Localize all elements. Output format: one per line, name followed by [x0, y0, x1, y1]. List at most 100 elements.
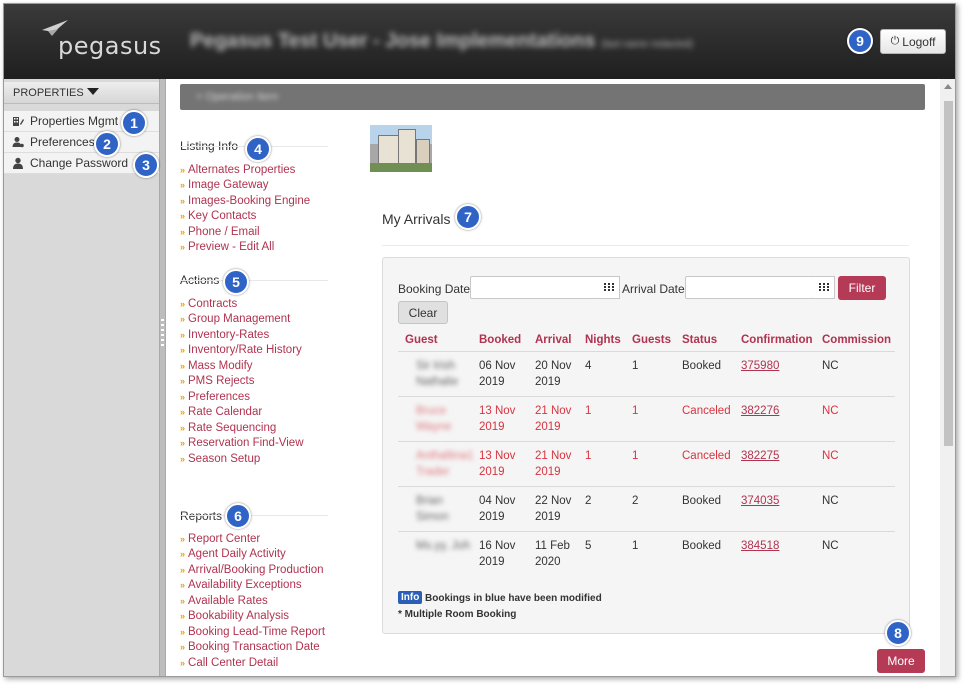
report-link[interactable]: » Bookability Analysis — [180, 609, 325, 625]
confirmation-link[interactable]: 375980 — [741, 359, 779, 375]
double-arrow-icon: » — [180, 453, 186, 464]
booking-date-input[interactable] — [470, 276, 599, 299]
callout-badge-4: 4 — [245, 136, 271, 162]
double-arrow-icon: » — [180, 407, 186, 418]
double-arrow-icon: » — [180, 242, 186, 253]
arrival-date-calendar-button[interactable] — [813, 276, 835, 299]
scroll-up-arrow-icon[interactable] — [944, 84, 952, 89]
confirmation-link[interactable]: 374035 — [741, 494, 779, 510]
listing-link[interactable]: » Image Gateway — [180, 178, 310, 194]
divider — [180, 515, 328, 516]
double-arrow-icon: » — [180, 164, 186, 175]
arrival-date: 21 Nov 2019 — [535, 450, 572, 478]
double-arrow-icon: » — [180, 391, 186, 402]
splitter-grip[interactable] — [161, 319, 164, 349]
status-value: Canceled — [682, 405, 731, 417]
status-value: Booked — [682, 540, 722, 552]
callout-badge-9: 9 — [847, 28, 873, 54]
report-link[interactable]: » Agent Daily Activity — [180, 547, 325, 563]
listing-link[interactable]: » Key Contacts — [180, 209, 310, 225]
properties-menu[interactable]: PROPERTIES — [4, 82, 159, 104]
guests-value: 1 — [632, 405, 639, 417]
building-edit-icon — [13, 117, 24, 126]
modified-note: Bookings in blue have been modified — [425, 593, 602, 604]
double-arrow-icon: » — [180, 611, 186, 622]
action-link[interactable]: » PMS Rejects — [180, 374, 304, 390]
action-link[interactable]: » Contracts — [180, 296, 304, 312]
nights-value: 2 — [585, 495, 592, 507]
action-link[interactable]: » Mass Modify — [180, 358, 304, 374]
scrollbar-thumb[interactable] — [944, 101, 953, 446]
app-window: pegasus Pegasus Test User - Jose Impleme… — [3, 3, 956, 677]
action-link[interactable]: » Preferences — [180, 389, 304, 405]
action-link[interactable]: » Season Setup — [180, 451, 304, 467]
column-header-guest: Guest — [405, 334, 438, 346]
double-arrow-icon: » — [180, 314, 186, 325]
action-link[interactable]: » Rate Calendar — [180, 405, 304, 421]
double-arrow-icon: » — [180, 626, 186, 637]
sidebar-item-label: Preferences — [30, 135, 95, 149]
divider — [180, 280, 328, 281]
nights-value: 4 — [585, 360, 592, 372]
report-link[interactable]: » Booking Transaction Date — [180, 640, 325, 656]
commission-value: NC — [822, 405, 839, 417]
booking-date-calendar-button[interactable] — [598, 276, 620, 299]
column-header-nights: Nights — [585, 334, 621, 346]
report-link[interactable]: » Call Center Detail — [180, 655, 325, 671]
double-arrow-icon: » — [180, 180, 186, 191]
action-link[interactable]: » Group Management — [180, 312, 304, 328]
report-link[interactable]: » Available Rates — [180, 593, 325, 609]
guest-name: Anthaltina1 Trader — [416, 450, 474, 478]
action-link[interactable]: » Inventory/Rate History — [180, 343, 304, 359]
booked-date: 13 Nov 2019 — [479, 405, 516, 433]
guests-value: 1 — [632, 360, 639, 372]
confirmation-link[interactable]: 384518 — [741, 539, 779, 555]
confirmation-link[interactable]: 382275 — [741, 449, 779, 465]
more-button[interactable]: More — [877, 649, 925, 673]
listing-link[interactable]: » Images-Booking Engine — [180, 193, 310, 209]
sidebar-splitter[interactable] — [159, 79, 166, 676]
callout-badge-5: 5 — [223, 269, 249, 295]
column-header-commission: Commission — [822, 334, 892, 346]
user-title: Pegasus Test User - Jose Implementations… — [190, 30, 694, 52]
listing-link[interactable]: » Alternates Properties — [180, 162, 310, 178]
arrival-date: 11 Feb 2020 — [535, 540, 570, 568]
double-arrow-icon: » — [180, 438, 186, 449]
reports-title: Reports — [180, 509, 223, 523]
guest-name: Brian Simon — [416, 495, 449, 523]
report-link[interactable]: » Arrival/Booking Production — [180, 562, 325, 578]
listing-link[interactable]: » Phone / Email — [180, 224, 310, 240]
status-value: Booked — [682, 495, 722, 507]
guests-value: 1 — [632, 540, 639, 552]
column-header-guests: Guests — [632, 334, 671, 346]
confirmation-link[interactable]: 382276 — [741, 404, 779, 420]
double-arrow-icon: » — [180, 657, 186, 668]
commission-value: NC — [822, 450, 839, 462]
callout-badge-8: 8 — [885, 620, 911, 646]
action-link[interactable]: » Reservation Find-View — [180, 436, 304, 452]
logoff-button[interactable]: ⏻ Logoff — [880, 29, 946, 54]
action-link[interactable]: » Rate Sequencing — [180, 420, 304, 436]
arrival-date-input[interactable] — [685, 276, 814, 299]
report-link[interactable]: » Report Center — [180, 531, 325, 547]
top-header: pegasus Pegasus Test User - Jose Impleme… — [4, 4, 955, 79]
booked-date: 16 Nov 2019 — [479, 540, 516, 568]
callout-badge-6: 6 — [225, 503, 251, 529]
reports-links: » Report Center » Agent Daily Activity » Ar… — [180, 531, 325, 671]
vertical-scrollbar[interactable] — [940, 79, 955, 676]
table-row: Bruce Wayne 13 Nov 2019 21 Nov 2019 1 1 Can… — [398, 396, 895, 441]
double-arrow-icon: » — [180, 226, 186, 237]
info-badge: Info — [398, 591, 423, 604]
clear-button[interactable]: Clear — [398, 301, 448, 324]
my-arrivals-title: My Arrivals — [382, 211, 451, 227]
report-link[interactable]: » Availability Exceptions — [180, 578, 325, 594]
booked-date: 04 Nov 2019 — [479, 495, 516, 523]
callout-badge-3: 3 — [133, 152, 159, 178]
action-link[interactable]: » Inventory-Rates — [180, 327, 304, 343]
arrival-date: 20 Nov 2019 — [535, 360, 572, 388]
listing-link[interactable]: » Preview - Edit All — [180, 240, 310, 256]
filter-button[interactable]: Filter — [838, 276, 886, 300]
column-header-status: Status — [682, 334, 718, 346]
double-arrow-icon: » — [180, 564, 186, 575]
report-link[interactable]: » Booking Lead-Time Report — [180, 624, 325, 640]
